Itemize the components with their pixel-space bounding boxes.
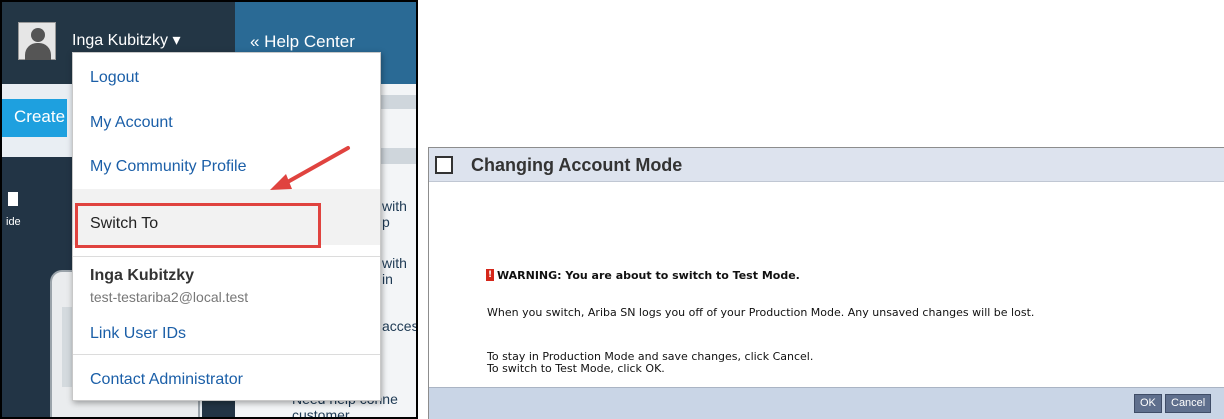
- dialog-title: Changing Account Mode: [471, 155, 683, 175]
- create-label: Create: [14, 107, 66, 126]
- dialog-body: ! WARNING: You are about to switch to Te…: [429, 182, 1224, 387]
- cancel-button[interactable]: Cancel: [1165, 394, 1212, 413]
- menu-item-my-account[interactable]: My Account: [90, 114, 173, 132]
- profile-name: Inga Kubitzky: [90, 267, 195, 284]
- person-icon: [8, 192, 18, 206]
- content-snippet: with p: [382, 198, 407, 230]
- menu-divider: [73, 354, 380, 355]
- app-screenshot-panel: Inga Kubitzky ▾ « Help Center with p wit…: [0, 0, 418, 419]
- account-mode-dialog: Changing Account Mode ! WARNING: You are…: [428, 147, 1224, 419]
- window-icon: [435, 156, 453, 174]
- ok-button[interactable]: OK: [1134, 394, 1162, 413]
- user-menu-toggle[interactable]: Inga Kubitzky ▾: [72, 30, 181, 50]
- dialog-message: To switch to Test Mode, click OK.: [487, 362, 665, 375]
- menu-item-contact-admin[interactable]: Contact Administrator: [90, 371, 243, 389]
- side-nav-label: ide: [6, 216, 21, 228]
- red-arrow-icon: [270, 146, 350, 190]
- menu-item-logout[interactable]: Logout: [90, 69, 139, 87]
- menu-divider: [73, 256, 380, 257]
- warning-icon: !: [486, 269, 494, 281]
- user-dropdown-menu: Logout My Account My Community Profile S…: [72, 52, 381, 401]
- menu-item-switch-to[interactable]: Switch To: [90, 215, 158, 233]
- menu-item-community-profile[interactable]: My Community Profile: [90, 158, 246, 176]
- dialog-footer: OK Cancel: [429, 387, 1224, 419]
- help-center-link[interactable]: « Help Center: [250, 32, 355, 52]
- menu-item-link-user-ids[interactable]: Link User IDs: [90, 325, 186, 343]
- content-snippet: acces: [382, 318, 418, 334]
- content-snippet: customer: [292, 407, 350, 419]
- avatar-body: [25, 43, 51, 60]
- warning-text: WARNING: You are about to switch to Test…: [497, 269, 800, 282]
- content-snippet: with in: [382, 255, 407, 287]
- profile-email: test-testariba2@local.test: [90, 289, 249, 305]
- avatar-head: [31, 28, 45, 42]
- dialog-titlebar: Changing Account Mode: [429, 148, 1224, 182]
- avatar[interactable]: [18, 22, 56, 60]
- dialog-message: When you switch, Ariba SN logs you off o…: [487, 306, 1035, 319]
